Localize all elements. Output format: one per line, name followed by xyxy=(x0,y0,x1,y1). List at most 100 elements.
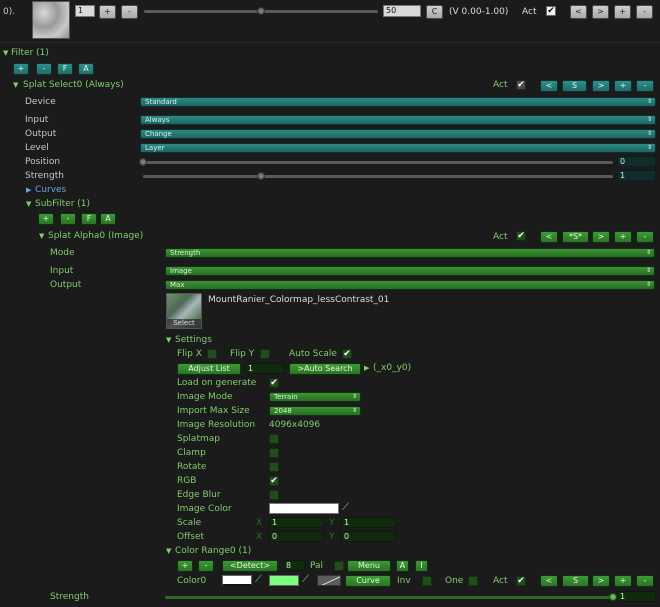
image-thumbnail[interactable]: Select xyxy=(166,293,202,329)
texture-preview-thumbnail[interactable] xyxy=(32,1,70,39)
curve-button[interactable]: Curve xyxy=(345,575,391,587)
curves-expand-icon[interactable]: ▶ xyxy=(26,184,31,196)
inv-checkbox[interactable] xyxy=(422,576,432,586)
color-range-remove-row-button[interactable]: - xyxy=(636,575,654,587)
color-range-add-button[interactable]: + xyxy=(177,560,193,572)
curve-preview-icon[interactable] xyxy=(317,575,341,586)
color-range-prev-button[interactable]: < xyxy=(540,575,558,587)
top-value-field[interactable]: 50 xyxy=(383,5,421,17)
subfilter-add-button[interactable]: + xyxy=(38,213,54,225)
color0-swatch[interactable] xyxy=(222,575,252,586)
menu-button[interactable]: Menu xyxy=(347,560,391,572)
splat-alpha-expand-icon[interactable]: ▼ xyxy=(39,230,44,242)
scale-y-field[interactable]: 1 xyxy=(341,517,396,528)
color-range-add-row-button[interactable]: + xyxy=(614,575,632,587)
splat-alpha-next-button[interactable]: > xyxy=(592,231,610,243)
bottom-strength-field[interactable]: 1 xyxy=(617,591,656,602)
strength-slider-knob[interactable] xyxy=(256,172,265,180)
position-slider-track[interactable] xyxy=(143,161,613,164)
auto-search-button[interactable]: >Auto Search xyxy=(289,363,361,375)
splat-select-add-button[interactable]: + xyxy=(614,80,632,92)
image-mode-dropdown[interactable]: Terrain ⇕ xyxy=(269,392,361,402)
color-range-next-button[interactable]: > xyxy=(592,575,610,587)
detect-count-field[interactable]: 8 xyxy=(283,560,305,571)
filter-expand-arrow-icon[interactable]: ▼ xyxy=(3,47,8,59)
color-range-i-button[interactable]: I xyxy=(415,560,428,572)
top-remove-button[interactable]: - xyxy=(636,5,653,19)
edge-blur-checkbox[interactable] xyxy=(269,490,279,500)
splat-select-s-button[interactable]: S xyxy=(562,80,587,92)
strength-slider-track[interactable] xyxy=(143,175,613,178)
splat-select-expand-icon[interactable]: ▼ xyxy=(13,79,18,91)
filter-add-button[interactable]: + xyxy=(13,63,29,75)
top-act-checkbox[interactable]: ✔ xyxy=(546,6,556,16)
scale-x-field[interactable]: 1 xyxy=(269,517,324,528)
offset-x-field[interactable]: 0 xyxy=(269,531,324,542)
layer-index-field[interactable]: 1 xyxy=(75,5,95,17)
device-dropdown[interactable]: Standard ⇕ xyxy=(140,97,656,107)
filter-remove-button[interactable]: - xyxy=(36,63,52,75)
bottom-strength-slider-knob[interactable] xyxy=(609,593,617,601)
increment-button[interactable]: + xyxy=(99,5,116,19)
rotate-checkbox[interactable] xyxy=(269,462,279,472)
filter-f-button[interactable]: F xyxy=(57,63,73,75)
auto-search-arrow-icon[interactable]: ▶ xyxy=(364,362,369,374)
color-range-s-button[interactable]: S xyxy=(562,575,589,587)
curves-label[interactable]: Curves xyxy=(35,184,66,196)
splat-alpha-add-button[interactable]: + xyxy=(614,231,632,243)
top-prev-button[interactable]: < xyxy=(570,5,587,19)
splat-alpha-act-checkbox[interactable]: ✔ xyxy=(516,231,526,241)
subfilter-a-button[interactable]: A xyxy=(100,213,116,225)
clamp-checkbox[interactable] xyxy=(269,448,279,458)
position-slider-knob[interactable] xyxy=(139,158,147,166)
load-on-generate-checkbox[interactable]: ✔ xyxy=(269,378,279,388)
splat-select-act-checkbox[interactable]: ✔ xyxy=(516,80,526,90)
auto-scale-checkbox[interactable]: ✔ xyxy=(342,349,352,359)
eyedropper-icon[interactable]: ⟋ xyxy=(302,574,309,586)
splat-select-remove-button[interactable]: - xyxy=(636,80,654,92)
image-color-swatch[interactable] xyxy=(269,503,339,514)
input-dropdown[interactable]: Always ⇕ xyxy=(140,115,656,125)
color-range-expand-icon[interactable]: ▼ xyxy=(166,545,171,557)
color1-swatch[interactable] xyxy=(269,575,299,586)
top-value-slider-knob[interactable] xyxy=(257,7,265,15)
top-add-button[interactable]: + xyxy=(614,5,631,19)
alpha-output-dropdown[interactable]: Max ⇕ xyxy=(165,280,655,290)
decrement-button[interactable]: - xyxy=(121,5,138,19)
rgb-checkbox[interactable]: ✔ xyxy=(269,476,279,486)
color-range-a-button[interactable]: A xyxy=(396,560,409,572)
color-range-remove-button[interactable]: - xyxy=(198,560,214,572)
subfilter-expand-icon[interactable]: ▼ xyxy=(26,198,31,210)
one-checkbox[interactable] xyxy=(468,576,478,586)
alpha-input-dropdown[interactable]: Image ⇕ xyxy=(165,266,655,276)
detect-button[interactable]: <Detect> xyxy=(222,560,278,572)
color-range-act-checkbox[interactable]: ✔ xyxy=(516,576,526,586)
splat-alpha-remove-button[interactable]: - xyxy=(636,231,654,243)
filter-a-button[interactable]: A xyxy=(78,63,94,75)
eyedropper-icon[interactable]: ⟋ xyxy=(342,502,349,514)
splat-alpha-s-button[interactable]: *S* xyxy=(562,231,589,243)
subfilter-f-button[interactable]: F xyxy=(81,213,97,225)
eyedropper-icon[interactable]: ⟋ xyxy=(255,574,262,586)
output-dropdown[interactable]: Change ⇕ xyxy=(140,129,656,139)
top-next-button[interactable]: > xyxy=(592,5,609,19)
subfilter-remove-button[interactable]: - xyxy=(60,213,76,225)
flip-x-checkbox[interactable] xyxy=(207,349,217,359)
import-max-size-dropdown[interactable]: 2048 ⇕ xyxy=(269,406,361,416)
offset-y-field[interactable]: 0 xyxy=(341,531,396,542)
bottom-strength-slider-track[interactable] xyxy=(165,596,613,599)
mode-dropdown[interactable]: Strength ⇕ xyxy=(165,248,655,258)
position-field[interactable]: 0 xyxy=(617,156,656,167)
flip-y-checkbox[interactable] xyxy=(260,349,270,359)
splat-select-prev-button[interactable]: < xyxy=(540,80,558,92)
splatmap-checkbox[interactable] xyxy=(269,434,279,444)
strength-field[interactable]: 1 xyxy=(617,170,656,181)
adjust-list-field[interactable]: 1 xyxy=(245,363,285,374)
c-button[interactable]: C xyxy=(426,5,443,19)
level-dropdown[interactable]: Layer ⇕ xyxy=(140,143,656,153)
settings-expand-icon[interactable]: ▼ xyxy=(166,334,171,346)
splat-select-next-button[interactable]: > xyxy=(592,80,610,92)
pal-checkbox[interactable] xyxy=(334,561,344,571)
adjust-list-button[interactable]: Adjust List xyxy=(177,363,241,375)
splat-alpha-prev-button[interactable]: < xyxy=(540,231,558,243)
